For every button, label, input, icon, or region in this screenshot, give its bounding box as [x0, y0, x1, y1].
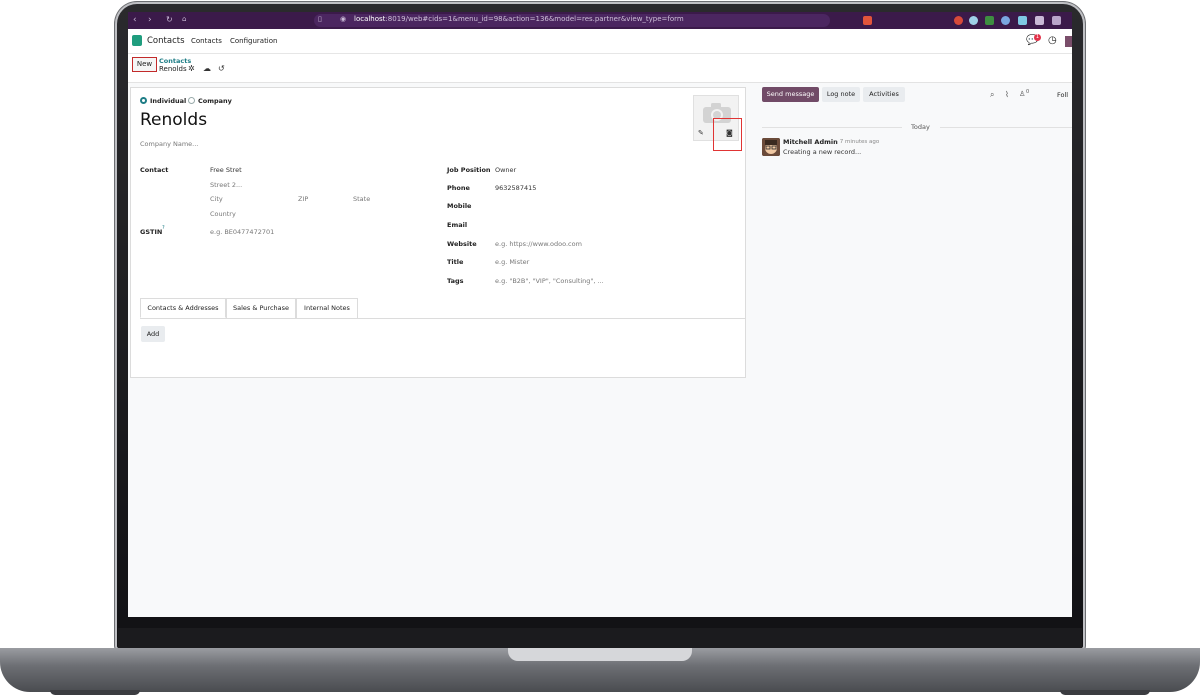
log-note-button[interactable]: Log note	[822, 87, 860, 102]
date-divider-right	[940, 127, 1072, 128]
url-text[interactable]: localhost:8019/web#cids=1&menu_id=98&act…	[354, 15, 684, 23]
help-icon[interactable]: ?	[162, 225, 165, 231]
screen: ‹ › ↻ ⌂ ▯ ◉ localhost:8019/web#cids=1&me…	[128, 12, 1072, 617]
home-icon[interactable]: ⌂	[182, 15, 186, 23]
extension-icon[interactable]	[1001, 16, 1010, 25]
email-label: Email	[447, 221, 468, 229]
puzzle-icon[interactable]	[1018, 16, 1027, 25]
radio-individual[interactable]	[140, 97, 147, 104]
new-button[interactable]: New	[132, 57, 157, 72]
website-label: Website	[447, 240, 477, 248]
breadcrumb-current: Renolds	[159, 65, 187, 73]
search-icon[interactable]: ⌕	[990, 90, 994, 100]
activities-button[interactable]: Activities	[863, 87, 905, 102]
tags-label: Tags	[447, 277, 464, 285]
gear-icon[interactable]: ✲	[188, 64, 195, 73]
laptop-foot-left	[50, 690, 140, 695]
website-input[interactable]: e.g. https://www.odoo.com	[495, 240, 582, 248]
tab-divider	[140, 318, 746, 319]
send-message-button[interactable]: Send message	[762, 87, 819, 102]
sidebar-icon[interactable]	[1035, 16, 1044, 25]
gstin-input[interactable]: e.g. BE0477472701	[210, 228, 274, 236]
message-body: Creating a new record...	[783, 148, 862, 156]
country-select[interactable]: Country	[210, 210, 236, 218]
brave-shield-icon[interactable]	[863, 16, 872, 25]
attachment-icon[interactable]: ⌇	[1005, 90, 1009, 99]
contacts-app-icon[interactable]	[132, 35, 142, 46]
back-icon[interactable]: ‹	[133, 15, 137, 25]
app-name[interactable]: Contacts	[147, 36, 185, 46]
tab-contacts-addresses[interactable]: Contacts & Addresses	[140, 298, 226, 318]
radio-company-label[interactable]: Company	[198, 97, 232, 105]
tags-input[interactable]: e.g. "B2B", "VIP", "Consulting", ...	[495, 277, 604, 285]
discard-icon[interactable]: ↺	[218, 64, 225, 73]
follow-button[interactable]: Foll	[1057, 91, 1068, 99]
extension-icon[interactable]	[954, 16, 963, 25]
street-input[interactable]: Free Stret	[210, 166, 242, 174]
forward-icon[interactable]: ›	[148, 15, 152, 25]
message-author[interactable]: Mitchell Admin	[783, 138, 838, 146]
radio-company[interactable]	[188, 97, 195, 104]
control-panel: New Contacts Renolds ✲ ☁ ↺	[128, 54, 1072, 83]
gstin-label: GSTIN	[140, 228, 163, 236]
profile-icon[interactable]	[1052, 16, 1061, 25]
breadcrumb-parent[interactable]: Contacts	[159, 57, 191, 65]
form-sheet: Individual Company Renolds Company Name.…	[130, 87, 746, 378]
tab-sales-purchase[interactable]: Sales & Purchase	[226, 298, 296, 318]
notification-badge: 1	[1034, 34, 1041, 41]
laptop-chin	[118, 628, 1082, 648]
message-time: - 7 minutes ago	[836, 139, 880, 145]
edit-pencil-icon[interactable]: ✎	[698, 129, 704, 137]
menu-configuration[interactable]: Configuration	[230, 37, 277, 45]
avatar-face-icon	[762, 138, 780, 156]
date-separator: Today	[911, 123, 930, 131]
job-position-label: Job Position	[447, 166, 491, 174]
radio-individual-label[interactable]: Individual	[150, 97, 186, 105]
contact-name-input[interactable]: Renolds	[140, 110, 207, 130]
phone-label: Phone	[447, 184, 470, 192]
title-input[interactable]: e.g. Mister	[495, 258, 529, 266]
follower-count: 0	[1026, 89, 1030, 95]
contact-label: Contact	[140, 166, 169, 174]
follower-icon[interactable]: ♙	[1019, 90, 1025, 98]
phone-input[interactable]: 9632587415	[495, 184, 536, 192]
job-position-input[interactable]: Owner	[495, 166, 516, 174]
reload-icon[interactable]: ↻	[166, 15, 173, 24]
avatar[interactable]	[1065, 36, 1072, 47]
state-select[interactable]: State	[353, 195, 370, 203]
top-navbar: Contacts Contacts Configuration 💬 1 ◷	[128, 29, 1072, 54]
laptop-notch	[508, 648, 692, 661]
add-button[interactable]: Add	[141, 326, 165, 342]
site-info-icon[interactable]: ◉	[340, 15, 346, 23]
title-label: Title	[447, 258, 464, 266]
company-name-input[interactable]: Company Name...	[140, 140, 198, 148]
browser-toolbar: ‹ › ↻ ⌂ ▯ ◉ localhost:8019/web#cids=1&me…	[128, 12, 1072, 29]
extension-icon[interactable]	[985, 16, 994, 25]
zip-input[interactable]: ZIP	[298, 195, 308, 203]
mobile-label: Mobile	[447, 202, 472, 210]
laptop-foot-right	[1060, 690, 1150, 695]
extension-icon[interactable]	[969, 16, 978, 25]
highlight-box	[713, 118, 742, 151]
city-input[interactable]: City	[210, 195, 223, 203]
message-author-avatar[interactable]	[762, 138, 780, 156]
clock-icon[interactable]: ◷	[1048, 35, 1057, 46]
street2-input[interactable]: Street 2...	[210, 181, 242, 189]
date-divider-left	[762, 127, 902, 128]
save-cloud-icon[interactable]: ☁	[203, 64, 211, 73]
content-area: Individual Company Renolds Company Name.…	[128, 83, 1072, 617]
tab-internal-notes[interactable]: Internal Notes	[296, 298, 358, 318]
menu-contacts[interactable]: Contacts	[191, 37, 222, 45]
bookmark-icon[interactable]: ▯	[318, 15, 322, 23]
